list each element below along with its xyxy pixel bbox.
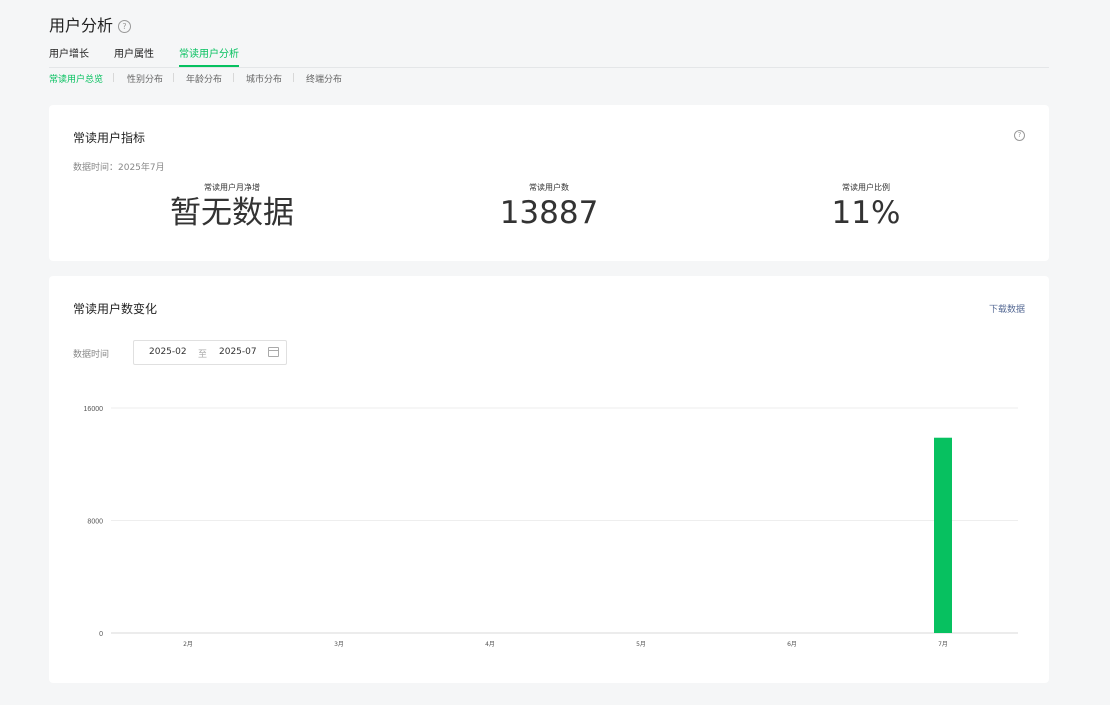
x-tick-label: 2月 [183, 641, 193, 648]
x-tick-label: 6月 [787, 641, 797, 648]
divider [173, 73, 174, 82]
metric-label: 常读用户数 [529, 183, 569, 192]
page-header: 用户分析 ? [49, 15, 132, 37]
subtab-device[interactable]: 终端分布 [306, 72, 342, 85]
x-tick-label: 3月 [334, 641, 344, 648]
bar-chart: 0 8000 16000 2月 3月 4月 5月 6月 7月 [84, 406, 1018, 648]
tab-user-attributes[interactable]: 用户属性 [114, 46, 154, 66]
card-title: 常读用户指标 [73, 131, 146, 145]
metric-label: 常读用户月净增 [204, 183, 260, 192]
x-tick-label: 7月 [938, 641, 948, 648]
metric-reader-ratio: 常读用户比例 11% [766, 182, 966, 232]
bar[interactable] [934, 437, 952, 633]
tab-user-growth[interactable]: 用户增长 [49, 46, 89, 66]
divider [293, 73, 294, 82]
metric-reader-count: 常读用户数 13887 [449, 182, 649, 232]
subtab-city[interactable]: 城市分布 [246, 72, 282, 85]
x-tick-label: 4月 [485, 641, 495, 648]
x-tick-label: 5月 [636, 641, 646, 648]
metric-net-growth: 常读用户月净增 暂无数据 [132, 182, 332, 232]
y-tick-label: 8000 [87, 519, 103, 526]
subtab-overview[interactable]: 常读用户总览 [49, 72, 103, 85]
y-tick-label: 16000 [84, 406, 104, 413]
divider [113, 73, 114, 82]
main-tabs: 用户增长 用户属性 常读用户分析 [49, 46, 1049, 68]
metric-label: 常读用户比例 [842, 183, 890, 192]
indicators-card: 常读用户指标 ? 数据时间：2025年7月 常读用户月净增 暂无数据 常读用户数… [49, 105, 1049, 261]
divider [233, 73, 234, 82]
data-time: 数据时间：2025年7月 [73, 163, 165, 173]
subtab-age[interactable]: 年龄分布 [186, 72, 222, 85]
y-tick-label: 0 [99, 631, 103, 638]
trend-card: 常读用户数变化 下载数据 数据时间 2025-02 至 2025-07 0 800… [49, 276, 1049, 683]
tab-frequent-readers[interactable]: 常读用户分析 [179, 46, 239, 67]
metric-value: 11% [831, 195, 901, 231]
metric-value: 暂无数据 [170, 195, 294, 231]
question-circle-icon[interactable]: ? [118, 19, 132, 33]
metric-value: 13887 [499, 195, 599, 231]
page-title: 用户分析 [49, 16, 114, 35]
question-circle-icon[interactable]: ? [1014, 130, 1025, 141]
subtab-gender[interactable]: 性别分布 [127, 72, 163, 85]
